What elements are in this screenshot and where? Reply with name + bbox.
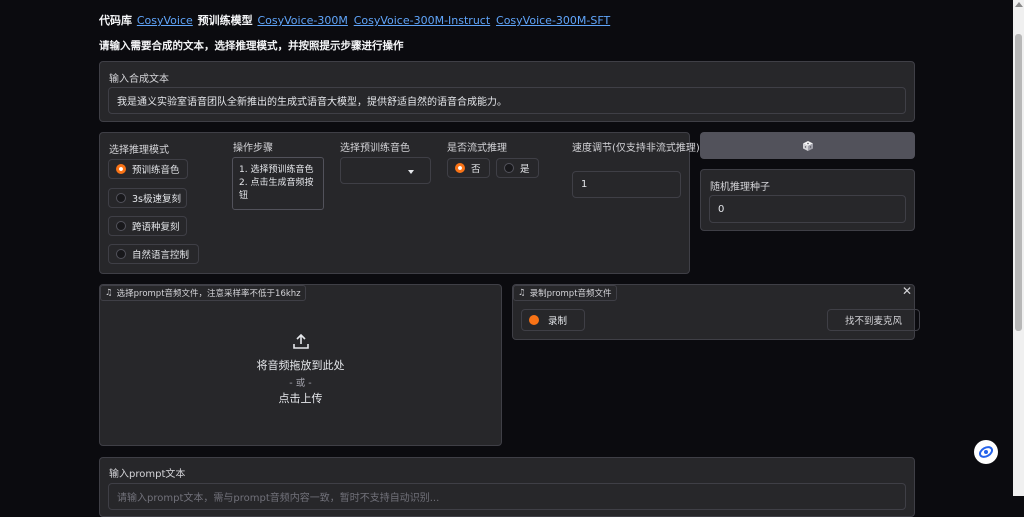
voice-dropdown[interactable] (340, 157, 431, 184)
mode-label: 选择推理模式 (109, 145, 169, 156)
synth-text-input[interactable]: 我是通义实验室语音团队全新推出的生成式语音大模型，提供舒适自然的语音合成能力。 (108, 87, 906, 114)
upload-drop-text: 将音频拖放到此处 (256, 359, 345, 372)
stream-option-yes[interactable]: 是 (496, 158, 539, 178)
seed-panel: 随机推理种子 0 (700, 169, 915, 231)
upload-icon-wrap (100, 333, 501, 355)
record-button-label: 录制 (548, 316, 568, 327)
page-title: 代码库 CosyVoice 预训练模型 CosyVoice-300M CosyV… (99, 12, 611, 28)
page: 代码库 CosyVoice 预训练模型 CosyVoice-300M CosyV… (0, 0, 1013, 517)
steps-box: 1. 选择预训练音色 2. 点击生成音频按 钮 (232, 157, 324, 210)
stream-option-label: 是 (520, 164, 530, 175)
radio-unselected-icon (504, 163, 514, 173)
synth-text-panel: 输入合成文本 我是通义实验室语音团队全新推出的生成式语音大模型，提供舒适自然的语… (99, 61, 915, 122)
steps-line: 钮 (239, 191, 249, 201)
title-prefix: 代码库 (99, 14, 132, 27)
mode-option-instruct[interactable]: 自然语言控制 (108, 244, 199, 264)
upload-click-text: 点击上传 (278, 392, 323, 405)
seed-label: 随机推理种子 (710, 182, 770, 193)
speed-input[interactable]: 1 (572, 171, 681, 198)
mode-option-3s-clone[interactable]: 3s极速复刻 (108, 188, 187, 208)
mode-option-label: 自然语言控制 (132, 250, 190, 261)
chevron-down-icon (408, 170, 414, 174)
steps-label: 操作步骤 (233, 143, 273, 154)
scroll-up-icon[interactable] (1015, 2, 1023, 7)
link-cosyvoice[interactable]: CosyVoice (137, 14, 193, 27)
speed-label: 速度调节(仅支持非流式推理) (572, 143, 700, 154)
link-cosyvoice-300m-instruct[interactable]: CosyVoice-300M-Instruct (354, 14, 490, 27)
upload-icon (292, 333, 309, 349)
radio-unselected-icon (116, 193, 126, 203)
link-cosyvoice-300m[interactable]: CosyVoice-300M (257, 14, 347, 27)
steps-line: 1. 选择预训练音色 (239, 165, 314, 175)
music-note-icon: ♫ (105, 288, 113, 298)
page-scrollbar[interactable] (1013, 0, 1024, 496)
record-button[interactable]: 录制 (521, 309, 585, 331)
prompt-text-input[interactable]: 请输入prompt文本，需与prompt音频内容一致，暂时不支持自动识别... (108, 483, 906, 510)
voice-label: 选择预训练音色 (340, 143, 410, 154)
microphone-select-button[interactable]: 找不到麦克风 (827, 309, 920, 331)
record-dot-icon (529, 315, 539, 325)
prompt-audio-upload-tag: ♫ 选择prompt音频文件，注意采样率不低于16khz (100, 285, 306, 301)
music-note-icon: ♫ (518, 288, 526, 298)
link-cosyvoice-300m-sft[interactable]: CosyVoice-300M-SFT (496, 14, 610, 27)
upload-or-text: - 或 - (289, 378, 312, 389)
synth-text-label: 输入合成文本 (109, 74, 169, 85)
seed-input[interactable]: 0 (709, 195, 906, 223)
radio-unselected-icon (116, 221, 126, 231)
stream-label: 是否流式推理 (447, 143, 507, 154)
prompt-text-panel: 输入prompt文本 请输入prompt文本，需与prompt音频内容一致，暂时… (99, 457, 915, 517)
radio-selected-icon (116, 164, 126, 174)
prompt-text-label: 输入prompt文本 (109, 469, 186, 480)
mode-option-label: 3s极速复刻 (132, 194, 181, 205)
title-middle: 预训练模型 (197, 14, 253, 27)
close-icon[interactable]: ✕ (902, 284, 912, 298)
mode-option-cross-lingual[interactable]: 跨语种复刻 (108, 216, 187, 236)
upload-tag-label: 选择prompt音频文件，注意采样率不低于16khz (116, 289, 301, 299)
floating-assistant-button[interactable] (974, 440, 998, 464)
prompt-audio-record-tag: ♫ 录制prompt音频文件 (513, 285, 617, 301)
random-seed-button[interactable] (700, 132, 915, 159)
steps-line: 2. 点击生成音频按 (239, 178, 314, 188)
instructions-text: 请输入需要合成的文本，选择推理模式，并按照提示步骤进行操作 (99, 40, 404, 52)
stream-option-label: 否 (471, 164, 481, 175)
radio-unselected-icon (116, 249, 126, 259)
stream-option-no[interactable]: 否 (447, 158, 490, 178)
mode-option-label: 预训练音色 (132, 165, 180, 176)
dice-icon (802, 140, 813, 151)
mode-option-label: 跨语种复刻 (132, 222, 180, 233)
mode-option-pretrained[interactable]: 预训练音色 (108, 159, 188, 179)
radio-selected-icon (455, 163, 465, 173)
assistant-icon (978, 446, 994, 458)
record-tag-label: 录制prompt音频文件 (529, 289, 612, 299)
scrollbar-thumb[interactable] (1015, 34, 1022, 331)
